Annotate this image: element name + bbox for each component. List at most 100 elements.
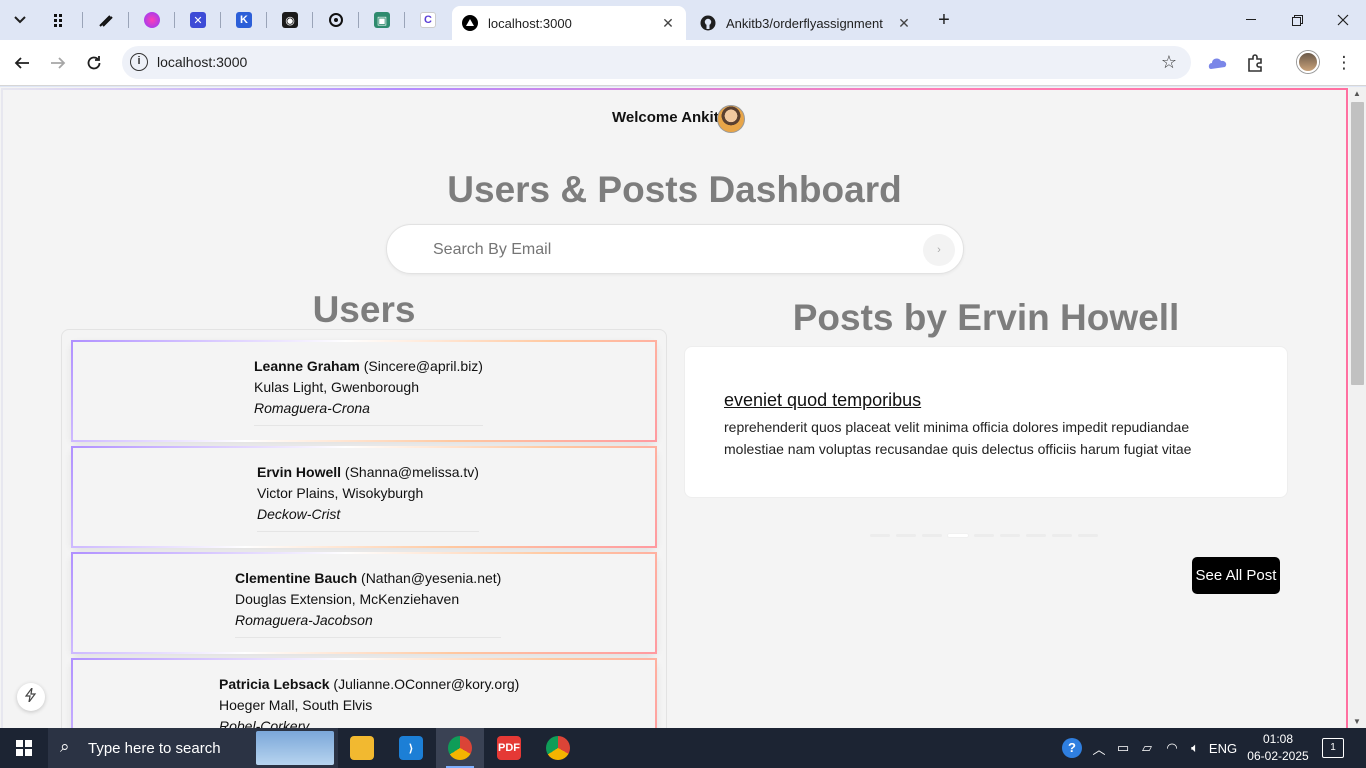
user-company: Romaguera-Crona <box>254 400 370 416</box>
pinned-tab-cross-tool-icon[interactable]: ✕ <box>182 6 214 34</box>
pinned-tab-pink-circle-icon[interactable] <box>136 6 168 34</box>
user-name: Ervin Howell <box>257 464 342 480</box>
battery-icon[interactable]: ▱ <box>1136 728 1158 768</box>
user-address: Douglas Extension, McKenziehaven <box>235 591 460 607</box>
address-url: localhost:3000 <box>157 54 248 70</box>
tab-strip: ✕ K ◉ ▣ C localhost:3000 ✕ Ankitb3/order… <box>0 0 1366 40</box>
kebab-menu-icon[interactable]: ⋮ <box>1331 50 1357 76</box>
user-email: (Nathan@yesenia.net) <box>361 570 502 586</box>
scroll-down-arrow-icon[interactable]: ▼ <box>1353 717 1361 726</box>
tab-close-icon[interactable]: ✕ <box>896 15 912 31</box>
carousel-dot[interactable] <box>1078 534 1098 537</box>
carousel-dot[interactable] <box>1000 534 1020 537</box>
user-address: Victor Plains, Wisokyburgh <box>257 485 424 501</box>
user-avatar <box>717 105 745 133</box>
search-input[interactable] <box>433 238 903 262</box>
user-card[interactable]: Patricia Lebsack (Julianne.OConner@kory.… <box>71 658 657 728</box>
carousel-indicators <box>870 534 1098 537</box>
see-all-posts-button[interactable]: See All Post <box>1192 557 1280 594</box>
address-bar[interactable]: i localhost:3000 ☆ <box>122 46 1191 79</box>
pdf-app-icon[interactable]: PDF <box>485 728 533 768</box>
carousel-dot[interactable] <box>922 534 942 537</box>
windows-start-icon[interactable] <box>0 728 48 768</box>
page-title: Users & Posts Dashboard <box>447 169 902 210</box>
user-card[interactable]: Leanne Graham (Sincere@april.biz) Kulas … <box>71 340 657 442</box>
site-info-icon[interactable]: i <box>130 53 148 71</box>
carousel-dot[interactable] <box>974 534 994 537</box>
file-explorer-icon[interactable] <box>338 728 386 768</box>
search-submit-button[interactable]: › <box>923 234 955 266</box>
clock[interactable]: 01:08 06-02-2025 <box>1243 731 1313 765</box>
user-name: Leanne Graham <box>254 358 360 374</box>
tab-close-icon[interactable]: ✕ <box>660 15 676 31</box>
carousel-dot-active[interactable] <box>948 534 968 537</box>
tab-github[interactable]: Ankitb3/orderflyassignment ✕ <box>690 6 922 40</box>
taskbar-search[interactable]: ⌕ Type here to search <box>48 728 338 768</box>
carousel-dot[interactable] <box>1052 534 1072 537</box>
browser-toolbar: i localhost:3000 ☆ ⋮ <box>0 40 1366 86</box>
search-icon: ⌕ <box>60 737 70 756</box>
carousel-dot[interactable] <box>870 534 890 537</box>
user-card[interactable]: Ervin Howell (Shanna@melissa.tv) Victor … <box>71 446 657 548</box>
scrollbar-thumb[interactable] <box>1351 102 1364 385</box>
camera-icon[interactable]: ▭ <box>1112 728 1134 768</box>
minimize-icon[interactable] <box>1228 0 1274 40</box>
extensions-puzzle-icon[interactable] <box>1242 50 1268 76</box>
search-bar: › <box>386 224 964 274</box>
tab-localhost[interactable]: localhost:3000 ✕ <box>452 6 686 40</box>
notification-center-icon[interactable]: 1 <box>1322 738 1344 758</box>
scroll-up-arrow-icon[interactable]: ▲ <box>1353 89 1361 98</box>
profile-avatar[interactable] <box>1297 51 1319 73</box>
taskbar-search-text: Type here to search <box>88 740 221 757</box>
lightning-bolt-icon[interactable] <box>17 683 45 711</box>
search-highlight-image <box>256 731 334 765</box>
extension-purple-cloud-icon[interactable] <box>1205 50 1231 76</box>
user-company: Romaguera-Jacobson <box>235 612 373 628</box>
pinned-tab-c-logo-icon[interactable]: C <box>412 6 444 34</box>
clock-date: 06-02-2025 <box>1247 749 1309 763</box>
bookmark-star-icon[interactable]: ☆ <box>1161 52 1177 73</box>
tray-chevron-up-icon[interactable]: ︿ <box>1088 728 1110 768</box>
close-window-icon[interactable] <box>1320 0 1366 40</box>
page-scrollbar[interactable]: ▲ ▼ <box>1349 87 1366 728</box>
user-email: (Julianne.OConner@kory.org) <box>333 676 520 692</box>
user-name: Patricia Lebsack <box>219 676 330 692</box>
tab-title: Ankitb3/orderflyassignment <box>726 15 883 31</box>
help-icon[interactable]: ? <box>1058 728 1086 768</box>
user-name: Clementine Bauch <box>235 570 358 586</box>
pinned-tab-green-monitor-icon[interactable]: ▣ <box>366 6 398 34</box>
user-company: Deckow-Crist <box>257 506 341 522</box>
pinned-tab-pen-icon[interactable] <box>90 6 122 34</box>
new-tab-plus-icon[interactable]: + <box>932 9 956 33</box>
clock-time: 01:08 <box>1262 732 1294 746</box>
restore-icon[interactable] <box>1274 0 1320 40</box>
page-viewport: Welcome Ankit Users & Posts Dashboard › … <box>0 87 1366 728</box>
wifi-icon[interactable]: ◠ <box>1160 728 1184 768</box>
forward-arrow-icon[interactable] <box>44 49 72 77</box>
user-address: Hoeger Mall, South Elvis <box>219 697 373 713</box>
triangle-favicon-icon <box>462 15 478 31</box>
user-email: (Shanna@melissa.tv) <box>344 464 479 480</box>
user-address: Kulas Light, Gwenborough <box>254 379 419 395</box>
user-email: (Sincere@april.biz) <box>363 358 483 374</box>
pinned-tab-blue-k-icon[interactable]: K <box>228 6 260 34</box>
welcome-text: Welcome Ankit <box>612 109 719 126</box>
chrome-profile-icon[interactable] <box>534 728 582 768</box>
pinned-tab-dark-box-icon[interactable]: ◉ <box>274 6 306 34</box>
volume-icon[interactable]: 🔈︎ <box>1184 728 1206 768</box>
chrome-taskbar-icon[interactable] <box>436 728 484 768</box>
github-favicon-icon <box>700 15 716 31</box>
language-indicator[interactable]: ENG <box>1208 728 1238 768</box>
tab-title: localhost:3000 <box>488 15 572 31</box>
vscode-icon[interactable]: ⟩ <box>387 728 435 768</box>
carousel-dot[interactable] <box>896 534 916 537</box>
tab-search-chevron-icon[interactable] <box>8 8 32 32</box>
back-arrow-icon[interactable] <box>8 49 36 77</box>
user-card[interactable]: Clementine Bauch (Nathan@yesenia.net) Do… <box>71 552 657 654</box>
post-title[interactable]: eveniet quod temporibus <box>724 390 921 411</box>
reload-icon[interactable] <box>80 49 108 77</box>
carousel-dot[interactable] <box>1026 534 1046 537</box>
notification-count: 1 <box>1330 742 1336 753</box>
pinned-tab-openai-icon[interactable] <box>320 6 352 34</box>
pinned-tab-grid-app-icon[interactable] <box>44 6 76 34</box>
